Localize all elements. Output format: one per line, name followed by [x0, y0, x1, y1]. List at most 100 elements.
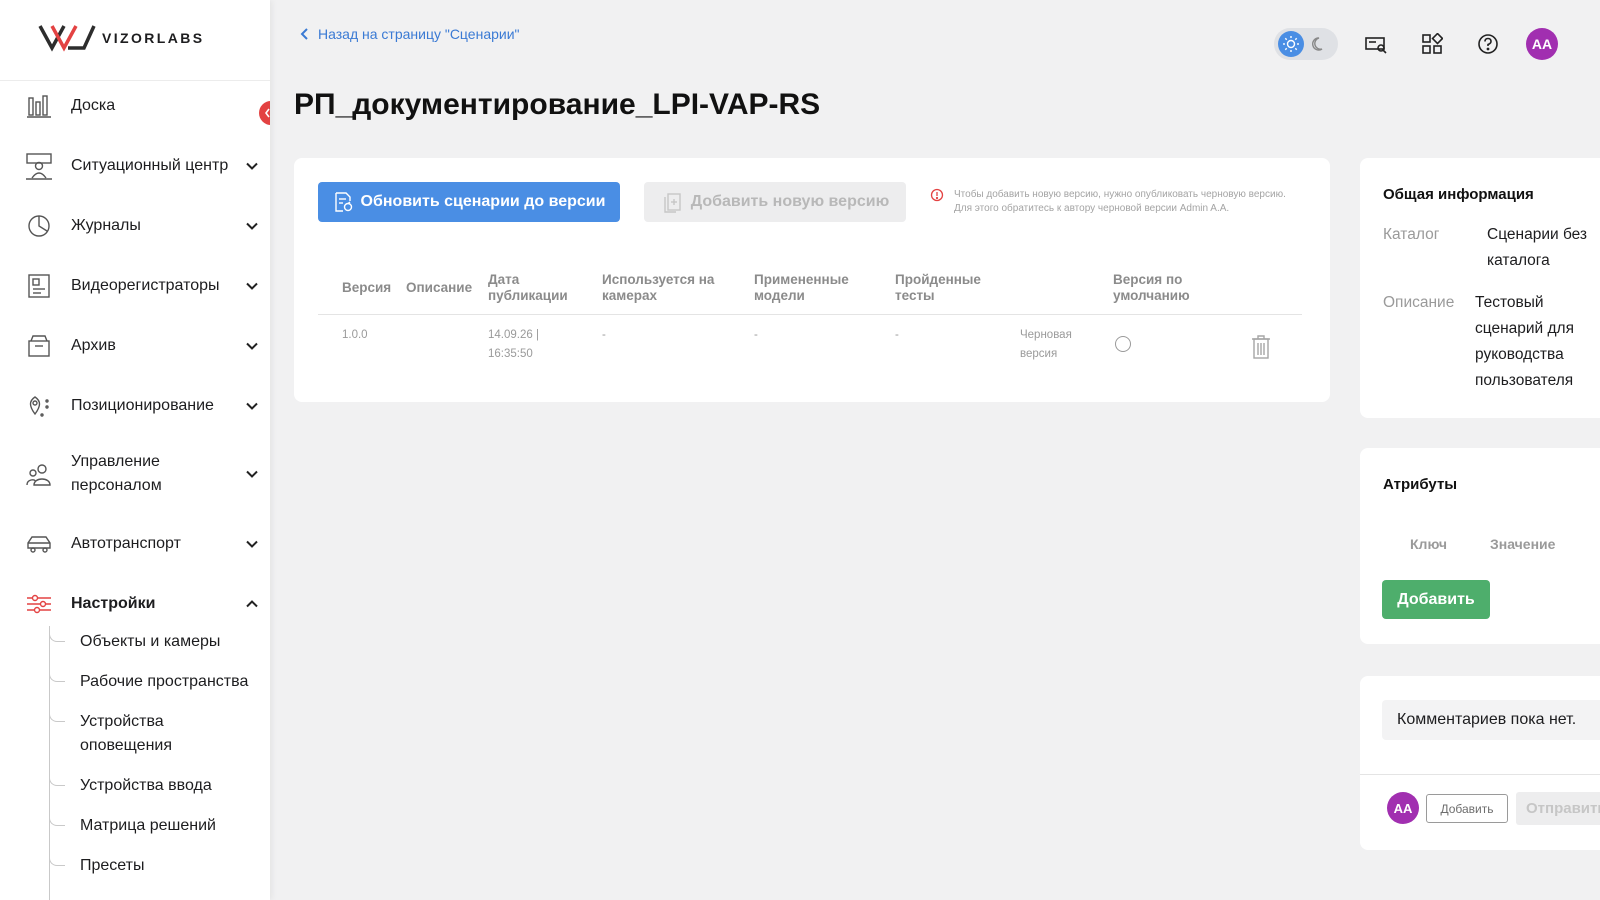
chevron-up-icon: [246, 600, 258, 608]
pie-chart-icon: [24, 211, 54, 241]
sidebar-item-label: Видеорегистраторы: [71, 277, 220, 294]
sidebar-item-label: Автотранспорт: [71, 535, 181, 552]
catalog-value: Сценарии без каталога: [1487, 222, 1600, 274]
sidebar-item-video-recorders[interactable]: Видеорегистраторы: [0, 270, 270, 302]
video-recorder-icon: [24, 271, 54, 301]
user-avatar[interactable]: AA: [1526, 28, 1558, 60]
submenu-item-presets[interactable]: Пресеты: [80, 854, 145, 878]
add-comment-button[interactable]: Добавить: [1426, 794, 1508, 823]
sidebar-item-label-line1: Управление: [71, 453, 160, 470]
publish-warning: Чтобы добавить новую версию, нужно опубл…: [930, 188, 1286, 216]
cell-models: -: [754, 329, 758, 341]
back-link-label: Назад на страницу "Сценарии": [318, 26, 520, 42]
column-header-tests-l1: Пройденные: [895, 272, 981, 287]
warning-line-1: Чтобы добавить новую версию, нужно опубл…: [954, 189, 1286, 200]
sidebar-item-label: Журналы: [71, 217, 141, 234]
sidebar-item-label: Ситуационный центр: [71, 157, 229, 174]
car-icon: [24, 529, 54, 559]
apps-grid-icon[interactable]: [1420, 32, 1444, 56]
chevron-down-icon: [246, 222, 258, 230]
tree-connector: [49, 672, 65, 682]
copy-add-icon: [664, 193, 681, 213]
cell-status: Черновая версия: [1020, 326, 1072, 364]
column-header-tests-l2: тесты: [895, 288, 935, 303]
comments-divider: [1360, 774, 1600, 775]
submenu-item-objects-cameras[interactable]: Объекты и камеры: [80, 630, 220, 654]
column-header-cameras-l1: Используется на: [602, 272, 715, 287]
attributes-title: Атрибуты: [1383, 476, 1458, 493]
location-pin-icon: [24, 391, 54, 421]
delete-version-icon[interactable]: [1250, 334, 1272, 365]
chevron-down-icon: [246, 540, 258, 548]
cell-version: 1.0.0: [342, 329, 368, 341]
column-header-default-l1: Версия по: [1113, 272, 1183, 287]
chevron-down-icon: [246, 162, 258, 170]
column-header-default: Версия по умолчанию: [1113, 272, 1190, 304]
submenu-item-workspaces[interactable]: Рабочие пространства: [80, 670, 248, 694]
back-link[interactable]: Назад на страницу "Сценарии": [300, 26, 520, 42]
column-header-version: Версия: [342, 280, 392, 295]
send-comment-button[interactable]: Отправить: [1516, 792, 1600, 825]
sidebar-item-archive[interactable]: Архив: [0, 330, 270, 362]
column-header-models: Примененные модели: [754, 272, 849, 304]
sidebar-item-settings[interactable]: Настройки: [0, 588, 270, 620]
logo-text: VIZORLABS: [102, 30, 205, 46]
archive-box-icon: [24, 331, 54, 361]
help-icon[interactable]: [1476, 32, 1500, 56]
sidebar-item-label: Архив: [71, 337, 116, 354]
update-scenarios-button[interactable]: Обновить сценарии до версии: [318, 182, 620, 222]
submenu-item-decision-matrix[interactable]: Матрица решений: [80, 814, 216, 838]
sidebar-item-journals[interactable]: Журналы: [0, 210, 270, 242]
tree-connector: [49, 632, 65, 642]
logo-divider: [0, 80, 270, 81]
submenu-item-input-devices[interactable]: Устройства ввода: [80, 774, 212, 798]
sidebar-item-vehicles[interactable]: Автотранспорт: [0, 528, 270, 560]
sidebar: VIZORLABS Доска Ситуационный центр Журна…: [0, 0, 270, 900]
add-attribute-button[interactable]: Добавить: [1382, 580, 1490, 619]
catalog-key: Каталог: [1383, 226, 1440, 243]
column-header-models-l1: Примененные: [754, 272, 849, 287]
description-value-l3: руководства: [1475, 346, 1564, 363]
table-header-divider: [318, 314, 1302, 315]
document-refresh-icon: [334, 192, 352, 212]
submenu-item-label-line1: Устройства: [80, 713, 164, 730]
submenu-item-notification-devices[interactable]: Устройства оповещения: [80, 710, 172, 758]
sidebar-item-dashboard[interactable]: Доска: [0, 90, 270, 122]
chevron-down-icon: [246, 470, 258, 478]
add-version-button[interactable]: Добавить новую версию: [644, 182, 906, 222]
operator-desk-icon: [24, 151, 54, 181]
search-screen-icon[interactable]: [1364, 32, 1388, 56]
tree-connector: [49, 816, 65, 826]
comment-user-avatar[interactable]: AA: [1387, 792, 1419, 824]
add-version-label: Добавить новую версию: [690, 193, 890, 210]
vizorlabs-logo[interactable]: VIZORLABS: [38, 22, 205, 54]
cell-status-l1: Черновая: [1020, 329, 1072, 341]
sidebar-item-situation-center[interactable]: Ситуационный центр: [0, 150, 270, 182]
tree-connector: [49, 856, 65, 866]
catalog-value-l2: каталога: [1487, 252, 1550, 269]
sidebar-item-personnel[interactable]: Управление персоналом: [0, 450, 270, 498]
chart-icon: [24, 91, 54, 121]
theme-toggle[interactable]: [1274, 28, 1338, 60]
sliders-icon: [24, 589, 54, 619]
default-version-radio[interactable]: [1115, 336, 1131, 352]
moon-icon: [1304, 36, 1334, 52]
sidebar-item-label: Доска: [71, 97, 116, 114]
description-key: Описание: [1383, 294, 1455, 311]
catalog-value-l1: Сценарии без: [1487, 226, 1588, 243]
column-header-default-l2: умолчанию: [1113, 288, 1190, 303]
column-header-description: Описание: [406, 280, 473, 295]
description-value-l2: сценарий для: [1475, 320, 1574, 337]
cell-cameras: -: [602, 329, 606, 341]
submenu-item-label-line2: оповещения: [80, 737, 172, 754]
sidebar-item-positioning[interactable]: Позиционирование: [0, 390, 270, 422]
page-title: РП_документирование_LPI-VAP-RS: [294, 88, 821, 121]
cell-date-l1: 14.09.26 |: [488, 329, 539, 341]
no-comments-text: Комментариев пока нет.: [1382, 700, 1600, 740]
cell-date-l2: 16:35:50: [488, 348, 533, 360]
column-header-cameras: Используется на камерах: [602, 272, 714, 304]
sidebar-item-label: Настройки: [71, 595, 156, 612]
code-brackets-icon: [265, 108, 270, 118]
cell-tests: -: [895, 329, 899, 341]
column-header-cameras-l2: камерах: [602, 288, 658, 303]
